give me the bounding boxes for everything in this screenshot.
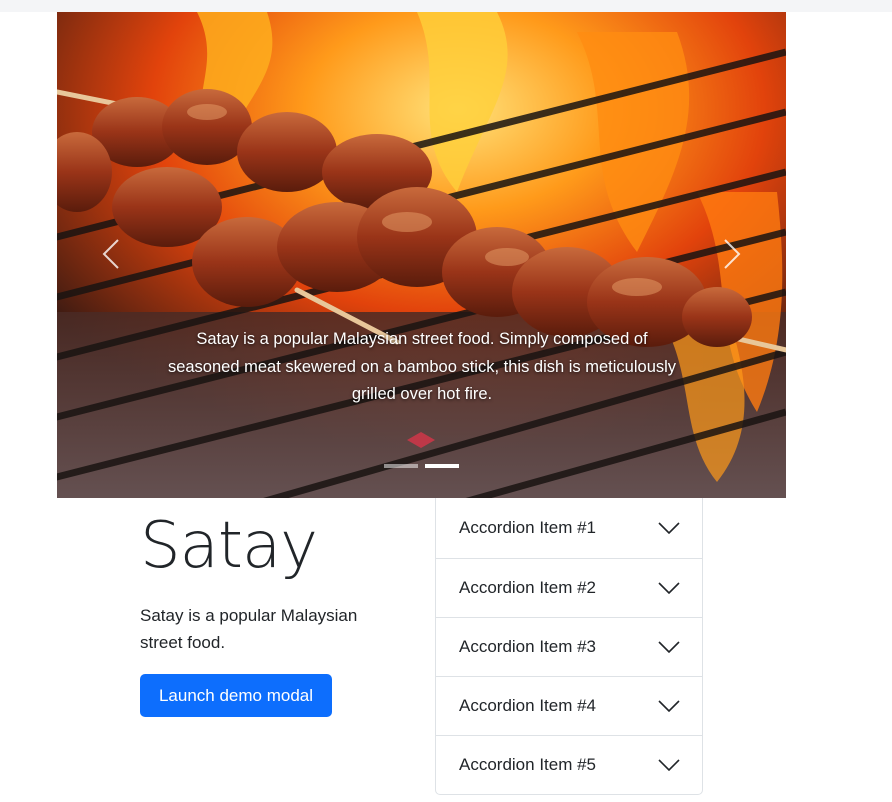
launch-modal-button[interactable]: Launch demo modal	[140, 674, 332, 717]
carousel-next-button[interactable]	[718, 234, 746, 278]
accordion-item-label: Accordion Item #3	[459, 637, 597, 656]
accordion-item-label: Accordion Item #5	[459, 755, 597, 774]
chevron-down-icon	[658, 640, 680, 654]
carousel: Satay is a popular Malaysian street food…	[57, 12, 786, 498]
chevron-down-icon	[658, 699, 680, 713]
carousel-caption: Satay is a popular Malaysian street food…	[167, 330, 677, 403]
accordion-item-label: Accordion Item #4	[459, 696, 597, 715]
chevron-down-icon	[658, 581, 680, 595]
accordion-item-3[interactable]: Accordion Item #3	[436, 617, 702, 676]
accordion: Accordion Item #1 Accordion Item #2 Acco…	[435, 498, 703, 795]
accordion-item-label: Accordion Item #1	[459, 518, 597, 537]
chevron-right-icon	[723, 238, 741, 275]
accordion-item-2[interactable]: Accordion Item #2	[436, 558, 702, 617]
chevron-down-icon	[658, 758, 680, 772]
accordion-item-1[interactable]: Accordion Item #1	[436, 498, 702, 558]
carousel-indicators	[384, 464, 459, 468]
hero-lead-text: Satay is a popular Malaysian street food…	[140, 606, 358, 652]
accordion-item-label: Accordion Item #2	[459, 578, 597, 597]
carousel-indicator-1[interactable]	[384, 464, 418, 468]
top-bar	[0, 0, 892, 12]
carousel-indicator-2[interactable]	[425, 464, 459, 468]
accordion-item-4[interactable]: Accordion Item #4	[436, 676, 702, 735]
satay-grill-image	[57, 12, 786, 498]
accordion-item-5[interactable]: Accordion Item #5	[436, 735, 702, 794]
carousel-prev-button[interactable]	[97, 234, 125, 278]
chevron-left-icon	[102, 238, 120, 275]
page-title: Satay	[140, 509, 318, 583]
chevron-down-icon	[658, 521, 680, 535]
